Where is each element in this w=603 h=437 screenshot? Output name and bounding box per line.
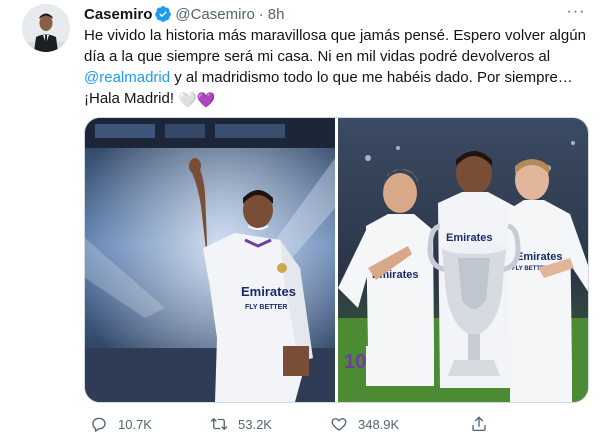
tweet-text-line-4-text: ¡Hala Madrid! — [84, 90, 175, 107]
tweet-text-line-4: ¡Hala Madrid! 🤍💜 — [84, 88, 589, 111]
retweet-count: 53.2K — [238, 416, 272, 432]
white-heart-emoji: 🤍 — [178, 92, 197, 109]
tweet-header: Casemiro @Casemiro · 8h — [84, 4, 284, 24]
author-handle[interactable]: @Casemiro — [175, 6, 254, 23]
like-button[interactable]: 348.9K — [330, 414, 399, 434]
tweet-text: He vivido la historia más maravillosa qu… — [84, 25, 589, 111]
reply-count: 10.7K — [118, 416, 152, 432]
tweet-media: Emirates FLY BETTER Emirates 10 Emirates… — [84, 117, 589, 403]
mention-link[interactable]: @realmadrid — [84, 69, 170, 86]
photo-celebration[interactable]: Emirates FLY BETTER — [85, 118, 335, 402]
tweet-text-line-3: @realmadrid y al madridismo todo lo que … — [84, 67, 589, 88]
verified-badge-icon — [154, 5, 172, 23]
reply-button[interactable]: 10.7K — [90, 414, 152, 434]
shirt-number: 10 — [344, 351, 366, 373]
photo-trophy[interactable]: Emirates 10 Emirates Emirates FLY BETTER — [338, 118, 588, 402]
more-icon[interactable]: ··· — [566, 3, 586, 20]
avatar-image — [22, 4, 70, 52]
tweet-text-line-1: He vivido la historia más maravillosa qu… — [84, 27, 586, 44]
share-icon — [470, 415, 488, 433]
reply-icon — [90, 415, 108, 433]
tweet-text-line-2: día a la que siempre será mi casa. Ni en… — [84, 48, 551, 65]
share-button[interactable] — [470, 414, 498, 434]
like-icon — [330, 415, 348, 433]
purple-heart-emoji: 💜 — [196, 92, 216, 109]
header-separator: · — [258, 5, 264, 23]
left-shirt-sub: FLY BETTER — [245, 304, 287, 311]
tweet-timestamp[interactable]: 8h — [268, 6, 285, 23]
left-shirt-sponsor: Emirates — [241, 284, 296, 299]
retweet-icon — [210, 415, 228, 433]
author-name[interactable]: Casemiro — [84, 6, 152, 23]
tweet[interactable]: Casemiro @Casemiro · 8h ··· He vivido la… — [0, 0, 603, 437]
tweet-actions: 10.7K 53.2K 348.9K — [84, 414, 589, 434]
like-count: 348.9K — [358, 416, 400, 432]
right-shirt-sponsor-3: Emirates — [516, 251, 562, 263]
avatar[interactable] — [22, 4, 70, 52]
retweet-button[interactable]: 53.2K — [210, 414, 272, 434]
tweet-text-line-3-rest: y al madridismo todo lo que me habéis da… — [174, 69, 573, 86]
